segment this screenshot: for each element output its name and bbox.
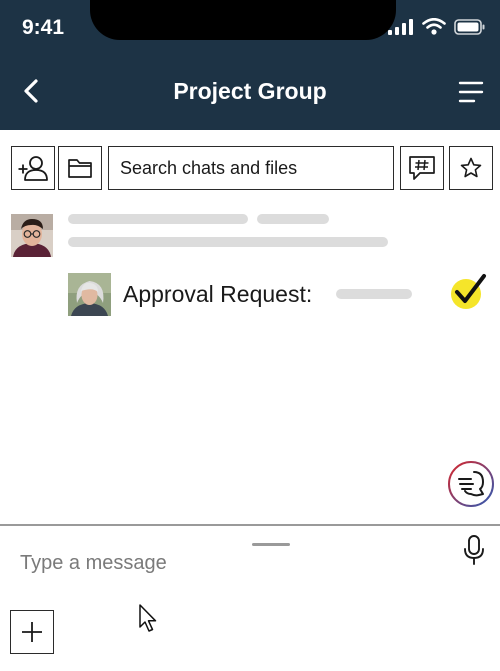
- microphone-icon[interactable]: [462, 534, 486, 566]
- skeleton-line: [68, 237, 388, 247]
- skeleton-line: [336, 289, 412, 299]
- status-time: 9:41: [22, 16, 65, 39]
- files-button[interactable]: [58, 146, 102, 190]
- cellular-signal-icon: [388, 18, 413, 35]
- favorite-button[interactable]: [449, 146, 493, 190]
- drag-handle[interactable]: [252, 543, 290, 546]
- person-avatar-image: [68, 273, 111, 316]
- device-notch: [90, 0, 396, 40]
- add-member-button[interactable]: [11, 146, 55, 190]
- app-header: 9:41 Project Group: [0, 0, 500, 130]
- message-input[interactable]: Type a message: [20, 552, 167, 575]
- add-person-icon: [18, 156, 48, 181]
- hashtag-chat-icon: [409, 156, 435, 180]
- toolbar: Search chats and files: [0, 146, 500, 190]
- channel-button[interactable]: [400, 146, 444, 190]
- search-label: Search chats and files: [120, 157, 298, 178]
- approval-request-label: Approval Request:: [123, 281, 313, 307]
- quick-action-icon[interactable]: [447, 460, 495, 508]
- folder-icon: [68, 159, 92, 178]
- search-chats-field[interactable]: Search chats and files: [108, 146, 394, 190]
- add-attachment-button[interactable]: [10, 610, 54, 654]
- composer-divider: [0, 524, 500, 526]
- sender-avatar[interactable]: [11, 214, 53, 257]
- battery-icon: [454, 18, 485, 35]
- skeleton-line: [257, 214, 329, 224]
- approved-check-icon[interactable]: [448, 272, 490, 312]
- star-icon: [460, 157, 482, 178]
- menu-lines-icon[interactable]: [452, 74, 488, 110]
- mouse-pointer-icon: [139, 604, 157, 632]
- skeleton-line: [68, 214, 248, 224]
- wifi-icon: [422, 18, 446, 35]
- status-icons: [388, 18, 486, 35]
- page-title: Project Group: [173, 78, 327, 104]
- approver-avatar[interactable]: [68, 273, 111, 316]
- person-avatar-image: [11, 214, 53, 257]
- plus-icon: [22, 622, 42, 642]
